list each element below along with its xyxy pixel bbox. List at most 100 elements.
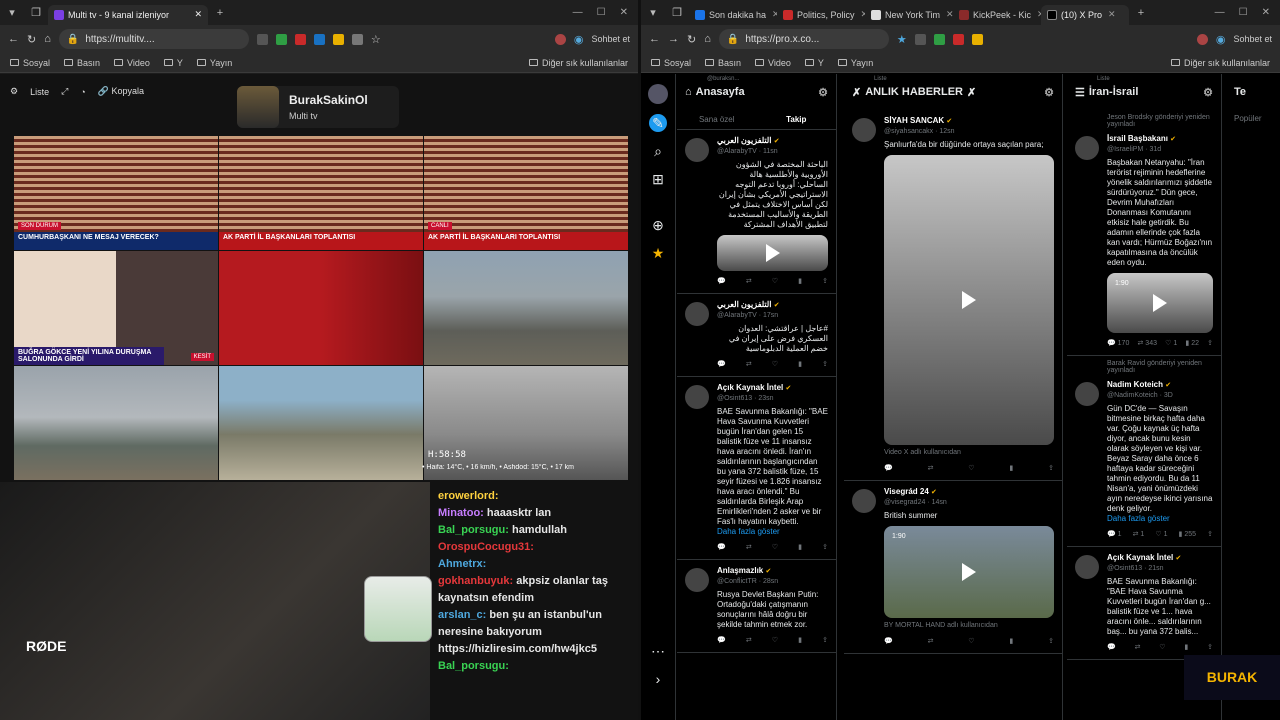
reply-icon[interactable]: 💬 170 [1107, 339, 1129, 349]
bookmark-folder[interactable]: Yayın [837, 58, 873, 68]
tweet[interactable]: التلفزيون العربي ✔ @AlarabyTV · 11sn الباح… [677, 130, 836, 294]
avatar[interactable] [685, 302, 709, 326]
share-icon[interactable]: ⇪ [1207, 530, 1213, 540]
url-field[interactable]: 🔒 https://multitv.... [58, 29, 249, 49]
views-icon[interactable]: ▮ [1009, 464, 1013, 474]
chat-button[interactable]: Sohbet et [1233, 34, 1272, 44]
channel-card[interactable]: BurakSakinOl Multi tv [237, 86, 399, 128]
extension-icon[interactable] [914, 33, 926, 45]
bookmark-folder[interactable]: Video [114, 58, 150, 68]
copilot-icon[interactable]: ◉ [574, 33, 584, 46]
new-tab-icon[interactable]: + [1129, 7, 1153, 19]
minimize-icon[interactable]: — [573, 7, 583, 18]
share-icon[interactable]: ⇪ [1207, 643, 1213, 653]
timer-icon[interactable]: ◔ [80, 87, 85, 97]
like-icon[interactable]: ♡ [772, 360, 778, 370]
home-icon[interactable]: ⌂ [704, 33, 711, 45]
video-tile[interactable]: CANLI AK PARTİ İL BAŞKANLARI TOPLANTISI [424, 136, 628, 250]
workspaces-icon[interactable]: ❐ [665, 6, 689, 19]
video-tile[interactable]: AK PARTİ İL BAŞKANLARI TOPLANTISI [219, 136, 423, 250]
video-tile[interactable]: KESİT BUĞRA GÖKCE YENİ YILINA DURUŞMA SA… [14, 251, 218, 365]
share-icon[interactable]: ⇪ [822, 277, 828, 287]
chat-username[interactable]: arslan_c: [438, 609, 486, 621]
retweet-icon[interactable]: ⇄ [746, 277, 752, 287]
copilot-icon[interactable]: ◉ [1216, 33, 1226, 46]
site-info-icon[interactable]: 🔒 [727, 34, 739, 45]
chat-username[interactable]: Ahmetrx: [438, 558, 486, 570]
like-icon[interactable]: ♡ 1 [1165, 339, 1177, 349]
share-icon[interactable]: ⇪ [822, 636, 828, 646]
tweet-author[interactable]: SİYAH SANCAK [884, 116, 944, 125]
extension-icon[interactable] [313, 33, 325, 45]
video-tile[interactable] [219, 251, 423, 365]
avatar[interactable] [648, 84, 668, 104]
retweet-icon[interactable]: ⇄ [928, 464, 934, 474]
maximize-icon[interactable]: ☐ [1239, 7, 1248, 18]
tab-actions-icon[interactable]: ▾ [641, 6, 665, 19]
favorites-icon[interactable]: ☆ [371, 33, 381, 46]
bookmark-folder[interactable]: Y [804, 58, 824, 68]
retweet-icon[interactable]: ⇄ 343 [1137, 339, 1157, 349]
tweet-author[interactable]: التلفزيون العربي [717, 300, 771, 309]
retweet-icon[interactable]: ⇄ 1 [1133, 530, 1145, 540]
views-icon[interactable]: ▮ 22 [1185, 339, 1199, 349]
extension-icon[interactable] [332, 33, 344, 45]
tweet-author[interactable]: التلفزيون العربي [717, 136, 771, 145]
like-icon[interactable]: ♡ [1159, 643, 1165, 653]
avatar[interactable] [1075, 136, 1099, 160]
video-tile[interactable] [424, 366, 628, 480]
url-field[interactable]: 🔒 https://pro.x.co... [718, 29, 889, 49]
reload-icon[interactable]: ↻ [27, 33, 36, 46]
tab-close-icon[interactable]: ✕ [194, 9, 202, 20]
tweet-author[interactable]: Açık Kaynak İntel [1107, 553, 1173, 562]
back-icon[interactable]: ← [649, 33, 660, 45]
tweet[interactable]: Anlaşmazlık ✔ @ConflictTR · 28sn Rusya Dev… [677, 560, 836, 653]
chat-button[interactable]: Sohbet et [591, 34, 630, 44]
tweet-media[interactable] [717, 235, 828, 271]
views-icon[interactable]: ▮ [1184, 643, 1188, 653]
chat-username[interactable]: erowerlord: [438, 490, 499, 502]
extension-icon[interactable] [971, 33, 983, 45]
views-icon[interactable]: ▮ [798, 636, 802, 646]
add-column-icon[interactable]: ⊞ [649, 170, 667, 188]
list-button[interactable]: Liste [30, 87, 49, 97]
workspaces-icon[interactable]: ❐ [24, 6, 48, 19]
chat-username[interactable]: Minatoo: [438, 507, 484, 519]
avatar[interactable] [685, 138, 709, 162]
reply-icon[interactable]: 💬 1 [1107, 530, 1122, 540]
like-icon[interactable]: ♡ [968, 464, 974, 474]
more-icon[interactable]: ⋯ [649, 642, 667, 660]
tweet-author[interactable]: Nadim Koteich [1107, 380, 1163, 389]
column-settings-icon[interactable]: ⚙ [1203, 86, 1213, 99]
tab-close-icon[interactable]: ✕ [946, 9, 953, 20]
avatar[interactable] [554, 33, 566, 45]
avatar[interactable] [1075, 382, 1099, 406]
extension-icon[interactable] [256, 33, 268, 45]
avatar[interactable] [852, 489, 876, 513]
like-icon[interactable]: ♡ [772, 277, 778, 287]
reload-icon[interactable]: ↻ [687, 33, 696, 46]
like-icon[interactable]: ♡ [772, 543, 778, 553]
column-settings-icon[interactable]: ⚙ [1044, 86, 1054, 99]
extension-icon[interactable] [952, 33, 964, 45]
deck-icon[interactable]: ⊕ [649, 216, 667, 234]
tab-for-you[interactable]: Sana özel [677, 115, 757, 124]
bookmark-folder[interactable]: Y [163, 58, 183, 68]
tab-close-icon[interactable]: ✕ [1108, 9, 1116, 20]
star-icon[interactable]: ★ [649, 244, 667, 262]
tweet-media[interactable]: 1:90 [1107, 273, 1213, 333]
like-icon[interactable]: ♡ [968, 637, 974, 647]
tweet[interactable]: Açık Kaynak İntel ✔ @Osint613 · 21sn BAE S… [1067, 547, 1221, 660]
tweet[interactable]: Nadim Koteich ✔ @NadimKoteich · 3D Gün DC'… [1067, 374, 1221, 547]
home-icon[interactable]: ⌂ [44, 33, 51, 45]
video-tile[interactable] [14, 366, 218, 480]
tab[interactable]: Politics, Policy ✕ [777, 5, 865, 25]
chat-username[interactable]: OrospuCocugu31: [438, 541, 534, 553]
play-icon[interactable] [765, 244, 780, 262]
search-icon[interactable]: ⌕ [649, 142, 667, 160]
fullscreen-icon[interactable]: ⤢ [61, 86, 68, 97]
share-icon[interactable]: ⇪ [822, 360, 828, 370]
other-bookmarks[interactable]: Diğer sık kullanılanlar [528, 58, 628, 68]
tweet-author[interactable]: Açık Kaynak İntel [717, 383, 783, 392]
bookmark-folder[interactable]: Basın [705, 58, 741, 68]
